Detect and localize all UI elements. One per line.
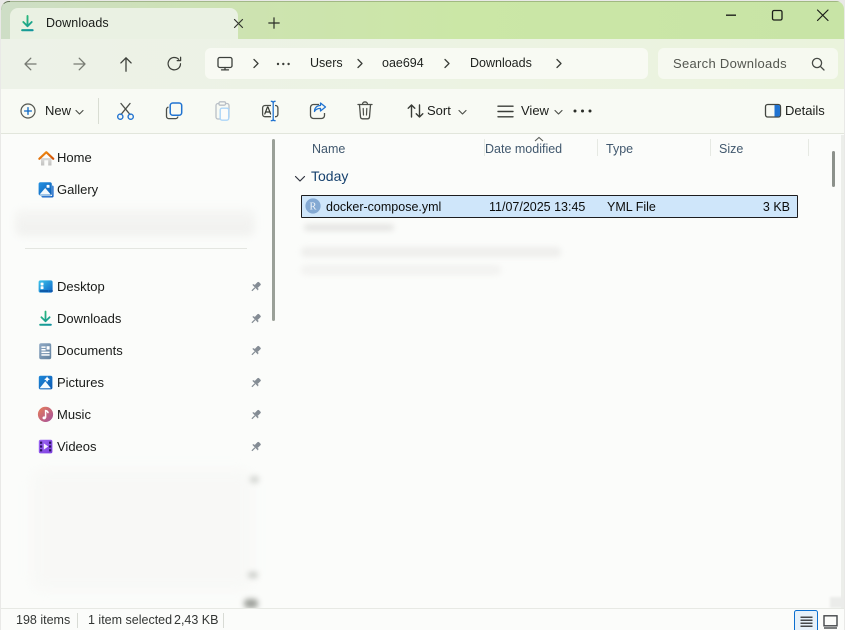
svg-text:R: R <box>309 202 316 213</box>
